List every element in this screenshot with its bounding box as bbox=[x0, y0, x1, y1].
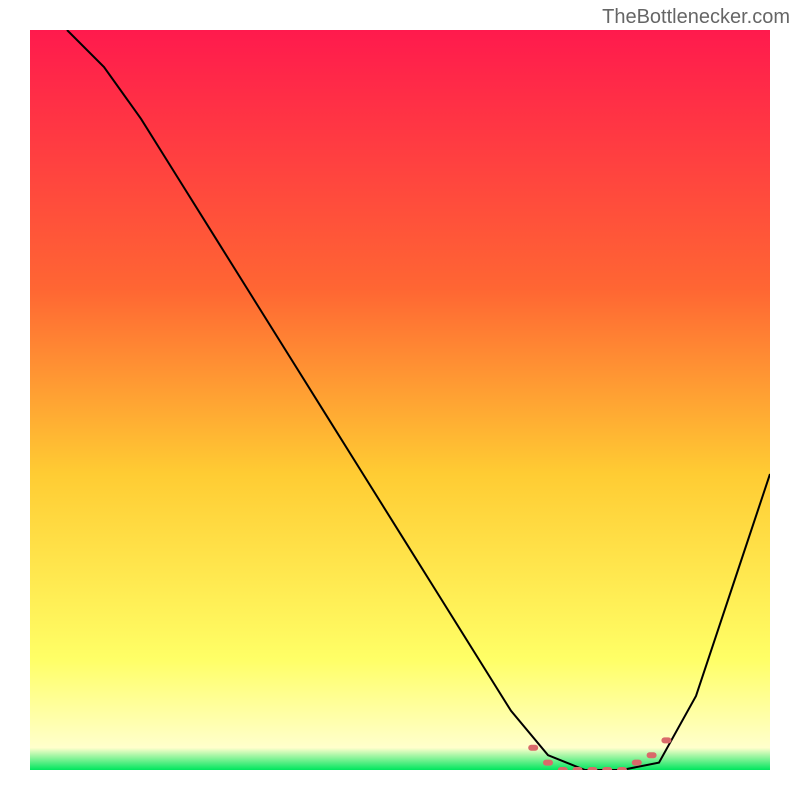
watermark-text: TheBottlenecker.com bbox=[602, 6, 790, 29]
chart-svg bbox=[30, 30, 770, 770]
gradient-background bbox=[30, 30, 770, 770]
chart-container: TheBottlenecker.com bbox=[0, 0, 800, 800]
chart-frame bbox=[30, 30, 770, 770]
